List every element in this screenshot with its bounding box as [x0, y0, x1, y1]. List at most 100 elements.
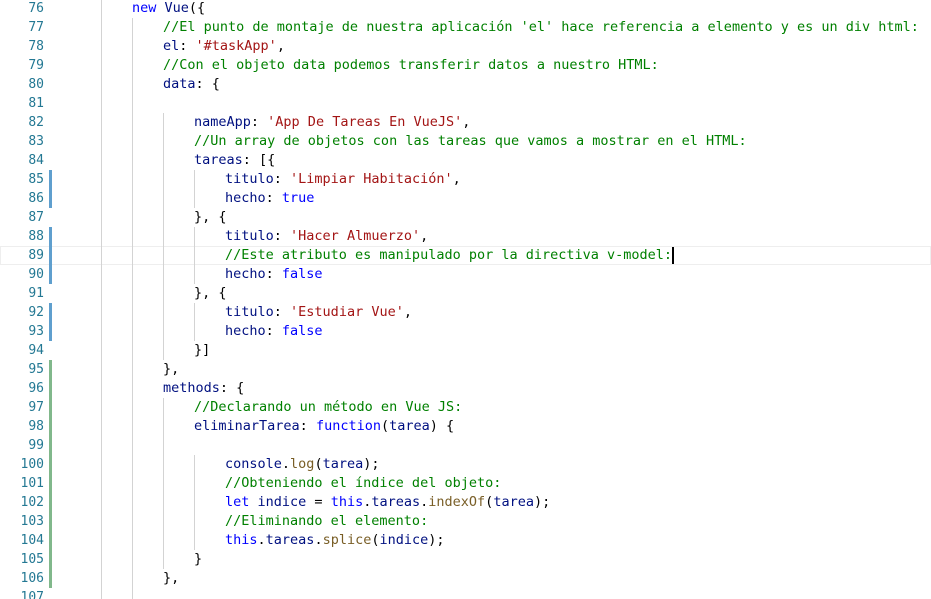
token-default: ( — [314, 456, 323, 472]
token-default: : — [179, 38, 196, 54]
token-keyword: this — [225, 532, 258, 548]
code-line[interactable]: 97 //Declarando un método en Vue JS: — [0, 398, 931, 417]
code-text: new Vue({ — [132, 0, 205, 18]
line-number: 84 — [28, 153, 44, 168]
token-property: tarea — [493, 494, 534, 510]
line-number: 96 — [28, 381, 44, 396]
gutter-added-marker[interactable] — [49, 379, 52, 398]
token-default: } — [194, 551, 203, 567]
code-line[interactable]: 76 new Vue({ — [0, 0, 931, 18]
token-property: indice — [257, 494, 307, 510]
token-default: : — [273, 228, 291, 244]
indent-guide — [163, 303, 164, 322]
code-line[interactable]: 94}] — [0, 341, 931, 360]
token-property: console — [225, 456, 282, 472]
indent-guide — [163, 284, 164, 303]
indent-guide — [101, 113, 102, 132]
code-editor[interactable]: 76 new Vue({77 //El punto de montaje de nu… — [0, 0, 931, 599]
code-text: //Este atributo es manipulado por la dir… — [225, 246, 672, 265]
indent-guide — [163, 170, 164, 189]
code-line[interactable]: 104 this.tareas.splice(indice); — [0, 531, 931, 550]
indent-guide — [132, 37, 133, 56]
gutter-modified-marker[interactable] — [49, 303, 52, 322]
token-default: : — [265, 190, 282, 206]
code-line[interactable]: 85 titulo: 'Limpiar Habitación', — [0, 170, 931, 189]
code-line[interactable]: 98 eliminarTarea: function(tarea) { — [0, 417, 931, 436]
gutter-added-marker[interactable] — [49, 569, 52, 588]
gutter-modified-marker[interactable] — [49, 265, 52, 284]
code-line[interactable]: 79 //Con el objeto data podemos transferi… — [0, 56, 931, 75]
gutter-modified-marker[interactable] — [49, 170, 52, 189]
token-property: tareas — [265, 532, 315, 548]
token-keyword: true — [281, 190, 315, 206]
code-text: //Un array de objetos con las tareas que… — [194, 132, 747, 151]
code-line[interactable]: 93 hecho: false — [0, 322, 931, 341]
gutter-added-marker[interactable] — [49, 493, 52, 512]
indent-guide — [163, 493, 164, 512]
code-line[interactable]: 87}, { — [0, 208, 931, 227]
token-function: indexOf — [428, 494, 486, 510]
code-line[interactable]: 107 — [0, 588, 931, 599]
indent-guide — [163, 436, 164, 455]
gutter-added-marker[interactable] — [49, 531, 52, 550]
gutter-modified-marker[interactable] — [49, 227, 52, 246]
token-property: titulo — [225, 304, 274, 320]
gutter-added-marker[interactable] — [49, 436, 52, 455]
token-function: log — [290, 456, 315, 472]
token-default: : { — [219, 380, 245, 396]
indent-guide — [132, 474, 133, 493]
code-line[interactable]: 78 el: '#taskApp', — [0, 37, 931, 56]
code-line[interactable]: 80 data: { — [0, 75, 931, 94]
gutter-added-marker[interactable] — [49, 417, 52, 436]
code-line[interactable]: 102 let indice = this.tareas.indexOf(tare… — [0, 493, 931, 512]
code-line[interactable]: 83 //Un array de objetos con las tareas q… — [0, 132, 931, 151]
code-line[interactable]: 95}, — [0, 360, 931, 379]
gutter-added-marker[interactable] — [49, 474, 52, 493]
indent-guide — [132, 341, 133, 360]
code-line[interactable]: 82 nameApp: 'App De Tareas En VueJS', — [0, 113, 931, 132]
indent-guide — [101, 341, 102, 360]
line-number: 99 — [28, 438, 44, 453]
gutter-added-marker[interactable] — [49, 398, 52, 417]
code-line[interactable]: 106}, — [0, 569, 931, 588]
code-line[interactable]: 91}, { — [0, 284, 931, 303]
token-default: ); — [428, 532, 445, 548]
indent-guide — [101, 531, 102, 550]
code-line[interactable]: 96 methods: { — [0, 379, 931, 398]
code-line[interactable]: 99 — [0, 436, 931, 455]
code-line[interactable]: 101 //Obteniendo el índice del objeto: — [0, 474, 931, 493]
code-line[interactable]: 103 //Eliminando el elemento: — [0, 512, 931, 531]
gutter-modified-marker[interactable] — [49, 246, 52, 265]
code-line[interactable]: 88 titulo: 'Hacer Almuerzo', — [0, 227, 931, 246]
token-string: 'App De Tareas En VueJS' — [267, 114, 463, 130]
code-line[interactable]: 92 titulo: 'Estudiar Vue', — [0, 303, 931, 322]
token-keyword: let — [225, 494, 258, 510]
code-line[interactable]: 90 hecho: false — [0, 265, 931, 284]
indent-guide — [101, 379, 102, 398]
code-line[interactable]: 77 //El punto de montaje de nuestra aplic… — [0, 18, 931, 37]
indent-guide — [194, 531, 195, 550]
token-comment: //Un array de objetos con las tareas que… — [194, 133, 747, 149]
code-text: //Obteniendo el índice del objeto: — [225, 474, 501, 493]
indent-guide — [132, 531, 133, 550]
code-line[interactable]: 86 hecho: true — [0, 189, 931, 208]
code-line[interactable]: 100 console.log(tarea); — [0, 455, 931, 474]
token-keyword: false — [281, 266, 323, 282]
gutter-added-marker[interactable] — [49, 512, 52, 531]
code-line[interactable]: 89 //Este atributo es manipulado por la d… — [0, 246, 931, 265]
gutter-added-marker[interactable] — [49, 360, 52, 379]
indent-guide — [132, 588, 133, 599]
indent-guide — [194, 322, 195, 341]
gutter-modified-marker[interactable] — [49, 189, 52, 208]
indent-guide — [101, 436, 102, 455]
token-property: eliminarTarea — [194, 418, 300, 434]
gutter-added-marker[interactable] — [49, 455, 52, 474]
gutter-added-marker[interactable] — [49, 550, 52, 569]
code-line[interactable]: 105} — [0, 550, 931, 569]
gutter-modified-marker[interactable] — [49, 322, 52, 341]
indent-guide — [163, 132, 164, 151]
code-line[interactable]: 84 tareas: [{ — [0, 151, 931, 170]
code-line[interactable]: 81 — [0, 94, 931, 113]
line-number: 88 — [28, 229, 44, 244]
indent-guide — [132, 94, 133, 113]
